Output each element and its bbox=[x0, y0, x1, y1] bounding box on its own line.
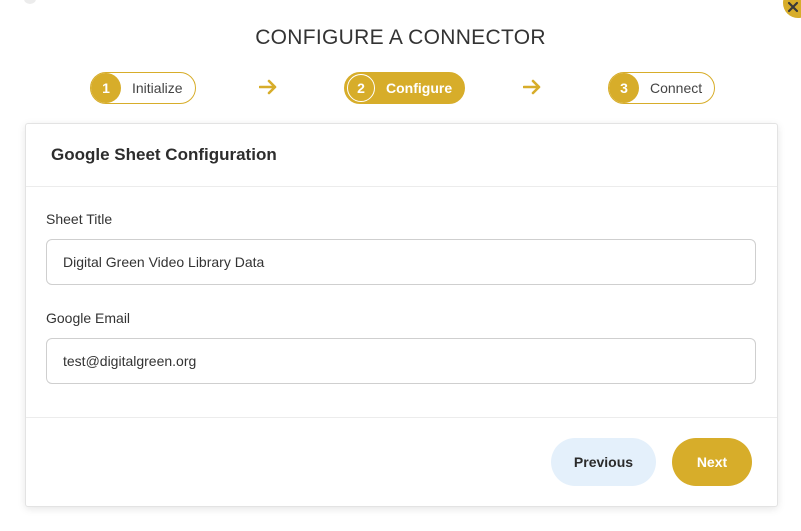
stepper: 1 Initialize 2 Configure 3 Connect bbox=[0, 72, 801, 104]
step-label: Initialize bbox=[132, 80, 183, 96]
previous-button[interactable]: Previous bbox=[551, 438, 656, 486]
sheet-title-input[interactable]: Digital Green Video Library Data bbox=[46, 239, 756, 285]
step-configure[interactable]: 2 Configure bbox=[344, 72, 466, 104]
step-label: Configure bbox=[386, 80, 453, 96]
footer-divider bbox=[26, 417, 777, 418]
card-body: Sheet Title Digital Green Video Library … bbox=[46, 187, 757, 384]
dialog-title: CONFIGURE A CONNECTOR bbox=[255, 26, 546, 49]
decorative-dot bbox=[24, 0, 36, 4]
card-header: Google Sheet Configuration bbox=[26, 124, 777, 187]
step-number: 1 bbox=[91, 73, 121, 103]
arrow-right-icon bbox=[523, 79, 541, 95]
step-connect[interactable]: 3 Connect bbox=[608, 72, 716, 104]
close-button[interactable] bbox=[783, 0, 801, 18]
arrow-right-icon bbox=[259, 79, 277, 95]
configure-connector-dialog: CONFIGURE A CONNECTOR 1 Initialize 2 Con… bbox=[0, 0, 801, 531]
next-button[interactable]: Next bbox=[672, 438, 752, 486]
sheet-title-label: Sheet Title bbox=[46, 211, 113, 227]
google-email-input[interactable]: test@digitalgreen.org bbox=[46, 338, 756, 384]
close-icon bbox=[787, 1, 799, 13]
configuration-card: Google Sheet Configuration Sheet Title D… bbox=[25, 123, 778, 507]
dialog-backdrop: CONFIGURE A CONNECTOR 1 Initialize 2 Con… bbox=[0, 0, 801, 531]
step-number: 3 bbox=[609, 73, 639, 103]
step-initialize[interactable]: 1 Initialize bbox=[90, 72, 196, 104]
step-number: 2 bbox=[347, 74, 375, 102]
step-label: Connect bbox=[650, 80, 703, 96]
google-email-label: Google Email bbox=[46, 310, 131, 326]
